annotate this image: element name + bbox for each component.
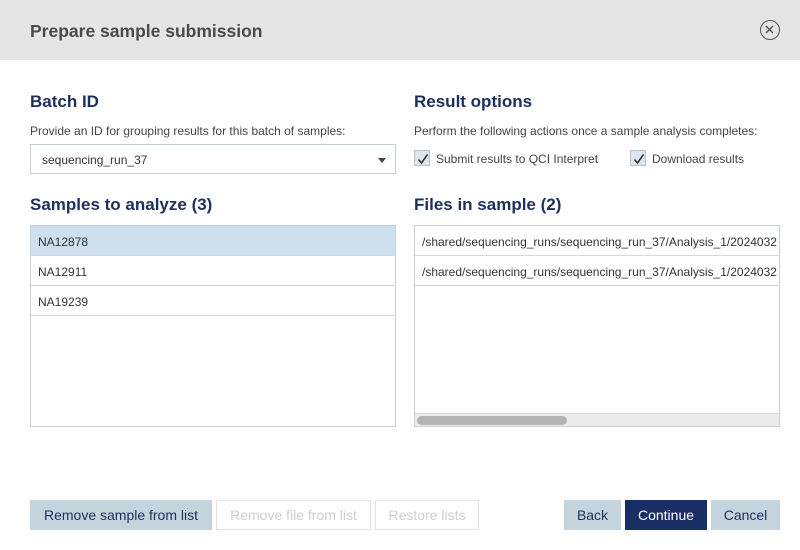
continue-button[interactable]: Continue bbox=[625, 500, 707, 530]
batch-id-heading: Batch ID bbox=[30, 92, 99, 111]
scrollbar-thumb[interactable] bbox=[417, 416, 567, 425]
remove-file-button[interactable]: Remove file from list bbox=[216, 500, 371, 530]
dialog-header: Prepare sample submission bbox=[0, 0, 800, 60]
horizontal-scrollbar[interactable] bbox=[415, 413, 779, 426]
download-results-checkbox[interactable]: Download results bbox=[630, 150, 760, 168]
file-list-item[interactable]: /shared/sequencing_runs/sequencing_run_3… bbox=[415, 256, 779, 286]
submit-to-qci-checkbox[interactable]: Submit results to QCI Interpret bbox=[414, 150, 604, 168]
close-icon bbox=[765, 25, 774, 34]
restore-lists-button[interactable]: Restore lists bbox=[375, 500, 479, 530]
checkbox-box bbox=[414, 150, 430, 166]
file-list-item[interactable]: /shared/sequencing_runs/sequencing_run_3… bbox=[415, 226, 779, 256]
chevron-down-icon bbox=[378, 158, 386, 163]
files-heading: Files in sample (2) bbox=[414, 195, 562, 214]
batch-id-description: Provide an ID for grouping results for t… bbox=[30, 124, 346, 138]
sample-list-item[interactable]: NA12878 bbox=[31, 226, 395, 256]
checkbox-box bbox=[630, 150, 646, 166]
dialog-title: Prepare sample submission bbox=[30, 21, 263, 41]
checkmark-icon bbox=[417, 154, 429, 165]
sample-list-item[interactable]: NA12911 bbox=[31, 256, 395, 286]
cancel-button[interactable]: Cancel bbox=[711, 500, 780, 530]
close-button[interactable] bbox=[760, 20, 780, 40]
samples-heading: Samples to analyze (3) bbox=[30, 195, 213, 214]
submit-to-qci-label: Submit results to QCI Interpret bbox=[436, 152, 599, 166]
samples-list[interactable]: NA12878 NA12911 NA19239 bbox=[30, 225, 396, 427]
result-options-heading: Result options bbox=[414, 92, 533, 111]
prepare-sample-submission-dialog: Prepare sample submission Batch ID Provi… bbox=[0, 0, 800, 550]
batch-id-value: sequencing_run_37 bbox=[42, 153, 148, 167]
files-list[interactable]: /shared/sequencing_runs/sequencing_run_3… bbox=[414, 225, 780, 427]
checkmark-icon bbox=[633, 154, 645, 165]
sample-list-item[interactable]: NA19239 bbox=[31, 286, 395, 316]
download-results-label: Download results bbox=[652, 152, 745, 166]
result-options-description: Perform the following actions once a sam… bbox=[414, 124, 758, 138]
remove-sample-button[interactable]: Remove sample from list bbox=[30, 500, 212, 530]
back-button[interactable]: Back bbox=[564, 500, 621, 530]
batch-id-select[interactable]: sequencing_run_37 bbox=[30, 144, 396, 174]
